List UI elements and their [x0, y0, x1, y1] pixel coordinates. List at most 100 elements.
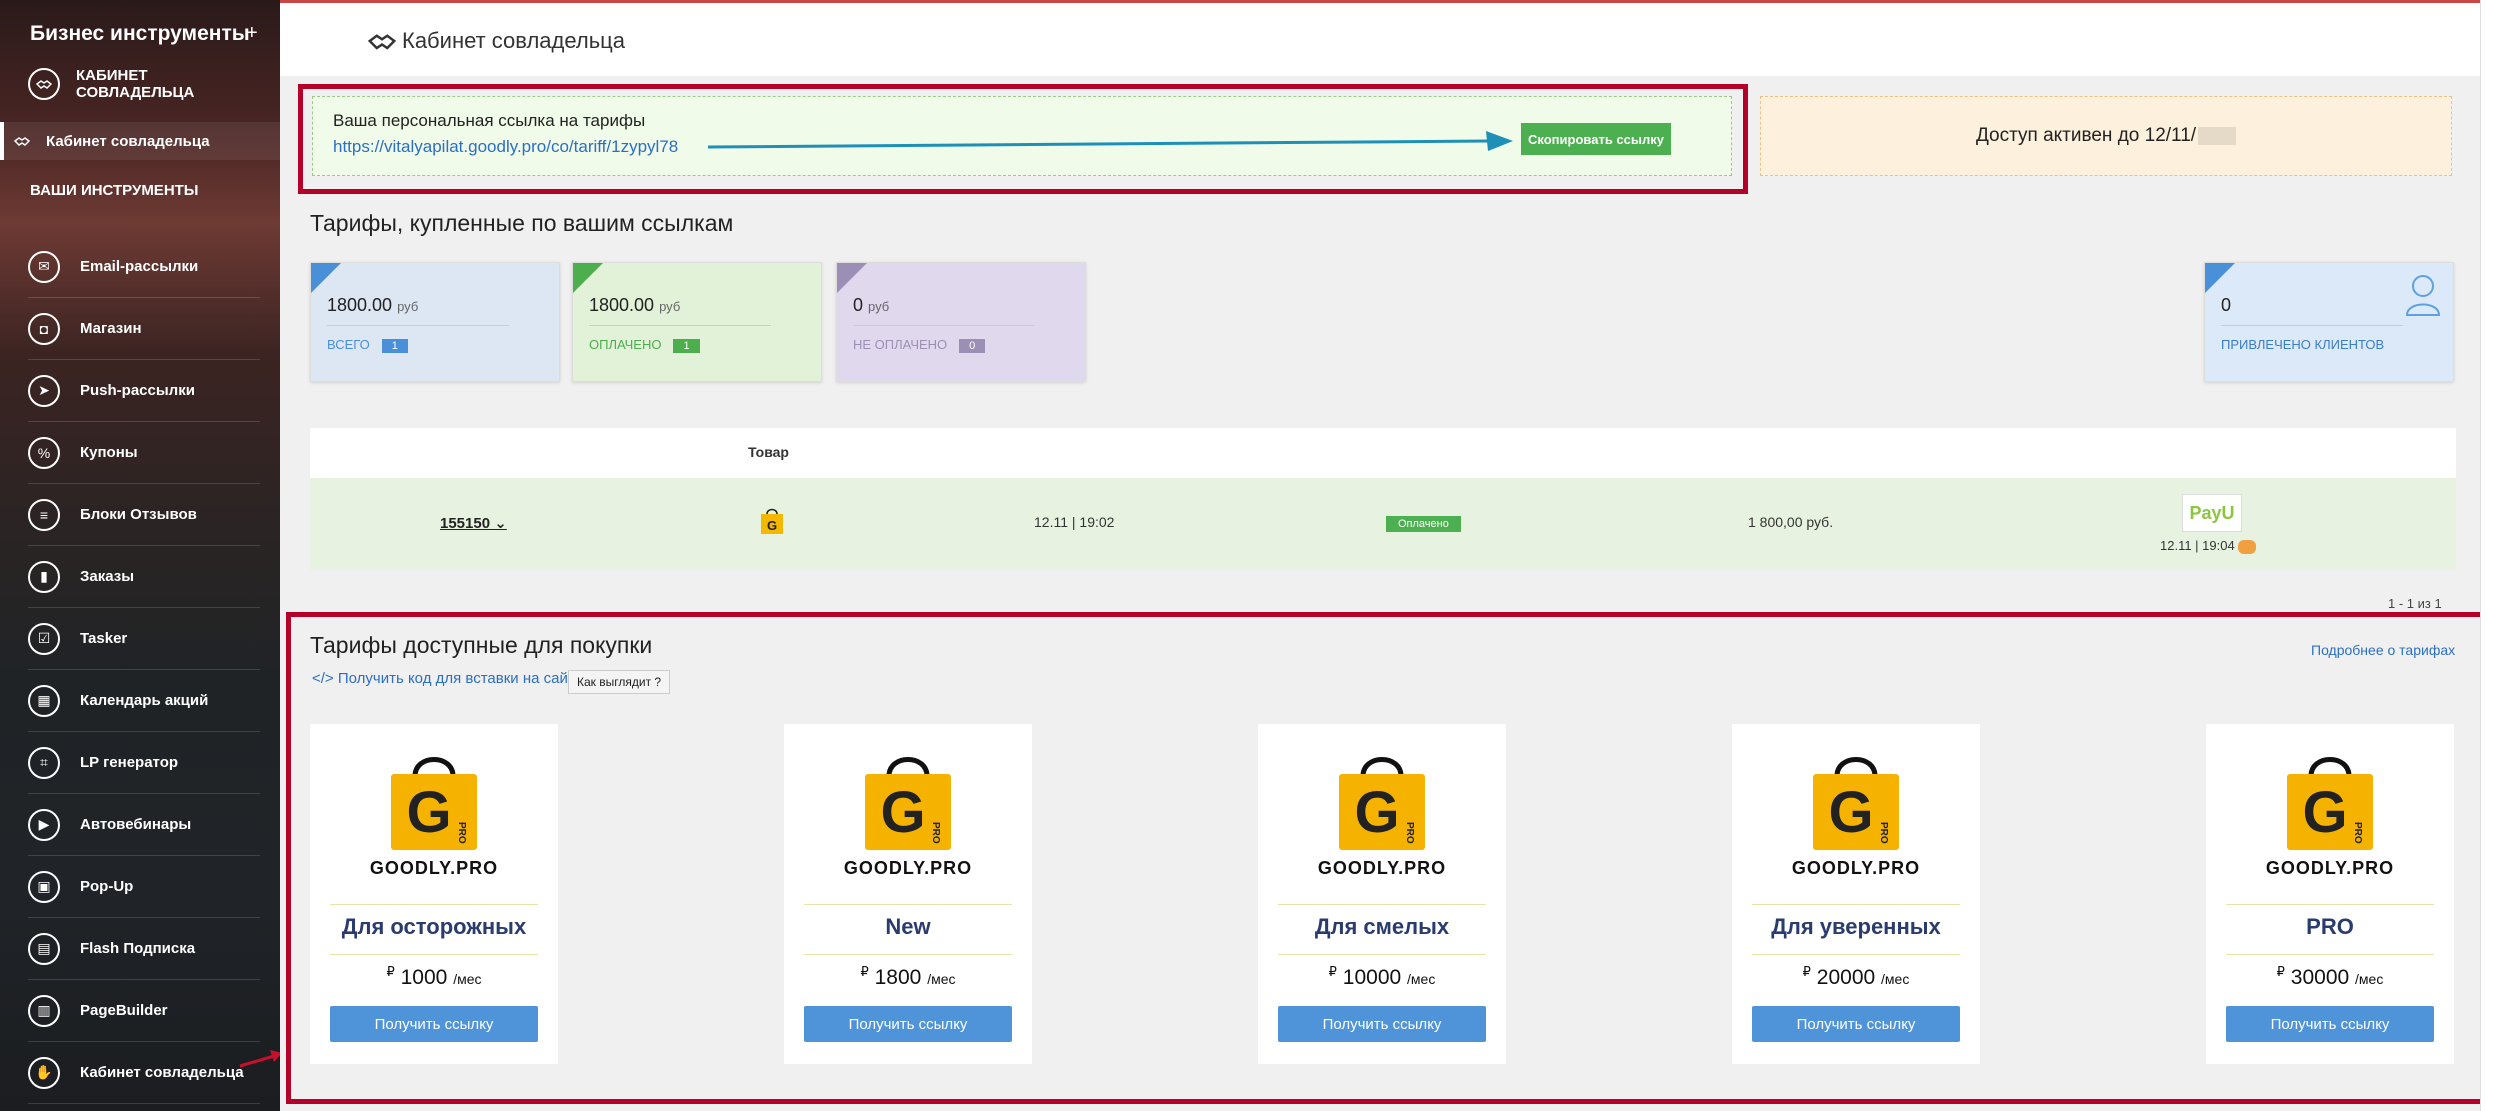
order-id-link[interactable]: 155150 ⌄: [440, 514, 507, 532]
access-status-box: Доступ активен до 12/11/: [1760, 96, 2452, 176]
stat-label: ОПЛАЧЕНО 1: [589, 337, 700, 353]
brand-name: GOODLY.PRO: [2265, 858, 2395, 878]
sidebar-item[interactable]: ◘ Магазин: [28, 298, 260, 360]
sidebar-section-coowner[interactable]: КАБИНЕТ СОВЛАДЕЛЬЦА: [28, 66, 258, 102]
card-divider: [1278, 954, 1486, 955]
stat-corner: [2205, 263, 2235, 293]
page-title: Кабинет совладельца: [402, 28, 625, 53]
sidebar-item[interactable]: ✋ Кабинет совладельца: [28, 1042, 260, 1104]
svg-text:G: G: [406, 780, 451, 845]
svg-text:G: G: [767, 518, 777, 533]
order-sum: 1 800,00 руб.: [1748, 514, 1834, 530]
handshake-icon: [368, 34, 396, 50]
card-divider: [330, 904, 538, 905]
sidebar-item-label: Заказы: [80, 568, 135, 585]
tariff-name: Для уверенных: [1771, 914, 1941, 939]
reviews-icon: ≡: [28, 498, 60, 531]
card-divider: [330, 954, 538, 955]
tariff-price: ₽ 30000 /мес: [2276, 964, 2384, 989]
get-link-button[interactable]: Получить ссылку: [330, 1006, 538, 1042]
annotation-arrow: [708, 131, 1513, 151]
clients-label: ПРИВЛЕЧЕНО КЛИЕНТОВ: [2221, 337, 2385, 352]
pagination-info: 1 - 1 из 1: [2388, 596, 2442, 611]
referral-url[interactable]: https://vitalyapilat.goodly.pro/co/tarif…: [333, 137, 678, 157]
stat-amount: 1800.00 руб: [589, 295, 681, 315]
tariff-card: G PRO GOODLY.PRO Для уверенных ₽ 20000 /…: [1732, 724, 1980, 1064]
redacted-year: [2198, 127, 2237, 145]
sidebar-item-label: Магазин: [80, 320, 142, 337]
sidebar-item[interactable]: ☑ Tasker: [28, 608, 260, 670]
sidebar-item-label: Купоны: [80, 444, 138, 461]
get-link-button[interactable]: Получить ссылку: [804, 1006, 1012, 1042]
card-divider: [2226, 904, 2434, 905]
stat-corner: [573, 263, 603, 293]
right-panel-edge: [2480, 0, 2508, 1111]
mail-icon: ✉: [28, 250, 60, 283]
stat-count-badge: 0: [959, 339, 986, 353]
stat-card: 1800.00 руб ОПЛАЧЕНО 1: [572, 262, 822, 382]
svg-text:PRO: PRO: [930, 822, 941, 844]
sidebar-item-label: Календарь акций: [80, 692, 209, 709]
card-divider: [804, 904, 1012, 905]
svg-text:PRO: PRO: [456, 822, 467, 844]
tariff-card: G PRO GOODLY.PRO Для осторожных ₽ 1000 /…: [310, 724, 558, 1064]
checkbox-icon: ☑: [28, 622, 60, 655]
code-icon: </>: [312, 670, 338, 687]
referral-caption: Ваша персональная ссылка на тарифы: [333, 111, 646, 130]
sidebar-item[interactable]: ▣ Pop-Up: [28, 856, 260, 918]
sidebar-item-label: Блоки Отзывов: [80, 506, 197, 523]
sidebar-item[interactable]: ✉ Email-рассылки: [28, 236, 260, 298]
lp-icon: ⌗: [28, 746, 60, 779]
video-icon: ▶: [28, 808, 60, 841]
stat-amount: 0 руб: [853, 295, 890, 315]
stat-label: НЕ ОПЛАЧЕНО 0: [853, 337, 986, 353]
bag-icon: ◘: [28, 312, 60, 345]
sidebar-item-label: Push-рассылки: [80, 382, 195, 399]
sidebar-item[interactable]: ▦ Календарь акций: [28, 670, 260, 732]
sidebar-item-label: Pop-Up: [80, 878, 134, 895]
tariff-price: ₽ 20000 /мес: [1802, 964, 1910, 989]
user-icon: [2405, 275, 2441, 316]
sidebar-tools-list: ✉ Email-рассылки ◘ Магазин ➤ Push-рассылки…: [28, 236, 260, 1104]
sidebar-item[interactable]: ➤ Push-рассылки: [28, 360, 260, 422]
brand-name: GOODLY.PRO: [1791, 858, 1921, 878]
svg-text:G: G: [1354, 780, 1399, 845]
tariff-card: G PRO GOODLY.PRO PRO ₽ 30000 /мес Получи…: [2206, 724, 2454, 1064]
clients-count: 0: [2221, 295, 2232, 315]
copy-link-button[interactable]: Скопировать ссылку: [1521, 123, 1671, 155]
stat-amount: 1800.00 руб: [327, 295, 419, 315]
sidebar-item-label: Кабинет совладельца: [80, 1064, 244, 1081]
card-divider: [1752, 954, 1960, 955]
brand-name: GOODLY.PRO: [1317, 858, 1447, 878]
sidebar-item[interactable]: ▶ Автовебинары: [28, 794, 260, 856]
sidebar-item-label: Tasker: [80, 630, 128, 647]
more-about-tariffs-link[interactable]: Подробнее о тарифах: [2311, 642, 2455, 658]
flash-icon: ▤: [28, 932, 60, 965]
sidebar-section-label: КАБИНЕТ СОВЛАДЕЛЬЦА: [76, 67, 195, 101]
get-link-button[interactable]: Получить ссылку: [1278, 1006, 1486, 1042]
tariff-price: ₽ 1800 /мес: [860, 964, 956, 989]
sidebar-item[interactable]: ▮ Заказы: [28, 546, 260, 608]
add-tool-button[interactable]: +: [246, 22, 258, 45]
annotation-arrow: [239, 1050, 280, 1068]
sidebar-item[interactable]: % Купоны: [28, 422, 260, 484]
preview-button[interactable]: Как выглядит ?: [568, 670, 671, 694]
sidebar-item-label: PageBuilder: [80, 1002, 168, 1019]
stat-label: ВСЕГО 1: [327, 337, 408, 353]
embed-code-link[interactable]: </> Получить код для вставки на сайт: [312, 670, 575, 687]
sidebar-item-coowner-active[interactable]: Кабинет совладельца: [0, 122, 280, 160]
sidebar-item[interactable]: ▤ Flash Подписка: [28, 918, 260, 980]
svg-text:PRO: PRO: [1404, 822, 1415, 844]
sidebar-item[interactable]: ⌗ LP генератор: [28, 732, 260, 794]
top-bar: Кабинет совладельца: [280, 0, 2480, 76]
sidebar-brand: Бизнес инструменты: [30, 22, 250, 45]
svg-text:G: G: [1828, 780, 1873, 845]
tariff-name: PRO: [2306, 914, 2354, 939]
get-link-button[interactable]: Получить ссылку: [1752, 1006, 1960, 1042]
sidebar-item[interactable]: ≡ Блоки Отзывов: [28, 484, 260, 546]
get-link-button[interactable]: Получить ссылку: [2226, 1006, 2434, 1042]
goodly-logo-icon: G PRO: [1339, 757, 1425, 850]
card-divider: [2226, 954, 2434, 955]
sidebar-item[interactable]: ▥ PageBuilder: [28, 980, 260, 1042]
sidebar-item-label: Email-рассылки: [80, 258, 199, 275]
